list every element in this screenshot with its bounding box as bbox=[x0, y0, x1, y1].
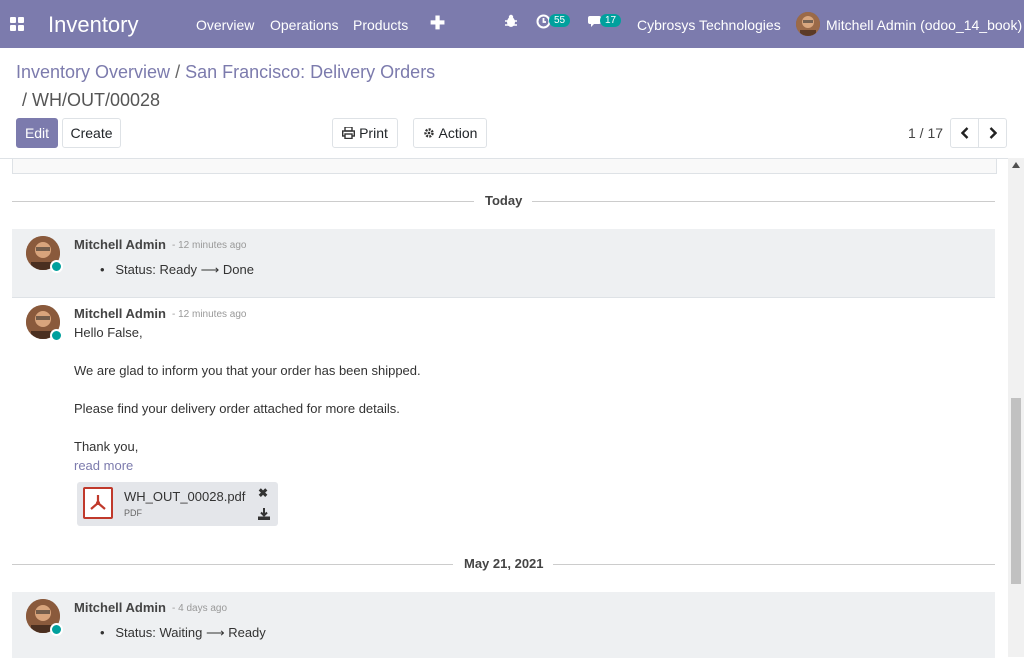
breadcrumb: Inventory Overview / San Francisco: Deli… bbox=[16, 62, 435, 82]
menu-operations[interactable]: Operations bbox=[270, 17, 338, 33]
day-separator-may21: May 21, 2021 bbox=[12, 554, 995, 574]
user-avatar[interactable] bbox=[796, 12, 820, 36]
print-icon bbox=[342, 127, 356, 139]
scrollbar-thumb[interactable] bbox=[1011, 398, 1021, 584]
message-count-badge: 17 bbox=[600, 14, 622, 27]
online-status-icon bbox=[50, 623, 63, 636]
attachment-card[interactable]: WH_OUT_00028.pdf PDF ✖ bbox=[77, 482, 278, 526]
message-author[interactable]: Mitchell Admin bbox=[74, 306, 166, 321]
action-button[interactable]: Action bbox=[413, 118, 487, 148]
online-status-icon bbox=[50, 260, 63, 273]
tracking-value: • Status: Ready ⟶ Done bbox=[100, 262, 254, 277]
user-menu[interactable]: Mitchell Admin (odoo_14_book) bbox=[826, 17, 1022, 33]
form-sheet-bottom bbox=[12, 159, 997, 174]
tracking-value: • Status: Waiting ⟶ Ready bbox=[100, 625, 266, 640]
create-button[interactable]: Create bbox=[62, 118, 121, 148]
chatter-message: Mitchell Admin - 4 days ago • Status: Wa… bbox=[12, 592, 995, 658]
menu-overview[interactable]: Overview bbox=[196, 17, 254, 33]
company-switcher[interactable]: Cybrosys Technologies bbox=[637, 17, 781, 33]
message-author[interactable]: Mitchell Admin bbox=[74, 237, 166, 252]
print-label: Print bbox=[359, 125, 388, 141]
top-navbar: Inventory Overview Operations Products ✚… bbox=[0, 0, 1024, 48]
message-time: - 12 minutes ago bbox=[172, 240, 247, 251]
pager-value[interactable]: 1 / 17 bbox=[908, 125, 943, 141]
print-button[interactable]: Print bbox=[332, 118, 398, 148]
activity-count-badge: 55 bbox=[549, 14, 571, 27]
menu-products[interactable]: Products bbox=[353, 17, 408, 33]
breadcrumb-current: / WH/OUT/00028 bbox=[22, 90, 160, 111]
message-time: - 4 days ago bbox=[172, 603, 228, 614]
breadcrumb-inventory-overview[interactable]: Inventory Overview bbox=[16, 62, 170, 82]
chevron-right-icon bbox=[989, 127, 997, 139]
day-label: Today bbox=[485, 193, 523, 208]
apps-menu-icon[interactable] bbox=[10, 17, 24, 31]
read-more-link[interactable]: read more bbox=[74, 458, 133, 473]
debug-icon[interactable] bbox=[504, 14, 518, 32]
day-label: May 21, 2021 bbox=[464, 556, 544, 571]
day-separator-today: Today bbox=[12, 191, 995, 211]
gear-icon bbox=[423, 128, 434, 138]
message-body-line: Hello False, bbox=[74, 325, 143, 340]
record-name: WH/OUT/00028 bbox=[32, 90, 161, 110]
message-body-line: We are glad to inform you that your orde… bbox=[74, 363, 421, 378]
pdf-file-icon bbox=[83, 487, 113, 519]
scroll-up-arrow-icon[interactable] bbox=[1012, 162, 1020, 168]
chatter-message: Mitchell Admin - 12 minutes ago Hello Fa… bbox=[12, 297, 995, 538]
chevron-left-icon bbox=[960, 127, 968, 139]
message-time: - 12 minutes ago bbox=[172, 309, 247, 320]
app-name[interactable]: Inventory bbox=[48, 12, 139, 38]
online-status-icon bbox=[50, 329, 63, 342]
previous-record-button[interactable] bbox=[950, 118, 979, 148]
action-label: Action bbox=[438, 125, 478, 141]
breadcrumb-delivery-orders[interactable]: San Francisco: Delivery Orders bbox=[185, 62, 435, 82]
next-record-button[interactable] bbox=[978, 118, 1007, 148]
chatter-message: Mitchell Admin - 12 minutes ago • Status… bbox=[12, 229, 995, 297]
message-body-line: Please find your delivery order attached… bbox=[74, 401, 400, 416]
remove-attachment-icon[interactable]: ✖ bbox=[258, 486, 268, 500]
breadcrumb-separator: / bbox=[175, 62, 181, 82]
breadcrumb-separator: / bbox=[22, 90, 28, 110]
message-body-line: Thank you, bbox=[74, 439, 139, 454]
attachment-name[interactable]: WH_OUT_00028.pdf bbox=[124, 489, 245, 504]
chatter-area: Today Mitchell Admin - 12 minutes ago • … bbox=[0, 158, 1008, 658]
vertical-scrollbar[interactable] bbox=[1008, 158, 1024, 657]
message-author[interactable]: Mitchell Admin bbox=[74, 600, 166, 615]
edit-button[interactable]: Edit bbox=[16, 118, 58, 148]
download-icon[interactable] bbox=[258, 507, 270, 520]
plus-icon[interactable]: ✚ bbox=[430, 13, 445, 34]
attachment-type: PDF bbox=[124, 508, 142, 518]
